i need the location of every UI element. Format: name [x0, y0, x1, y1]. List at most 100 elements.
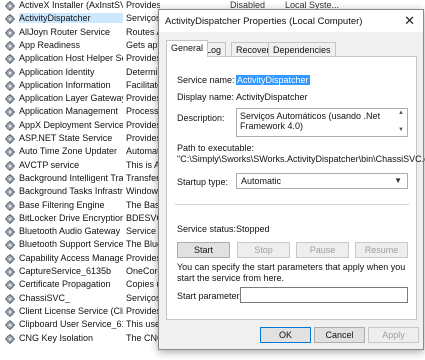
service-name: Capability Access Manager ... [19, 252, 123, 263]
service-description: This is A [126, 159, 160, 170]
service-name: ActivityDispatcher [19, 13, 123, 24]
start-params-label: Start parameters: [177, 291, 247, 301]
gear-icon [5, 306, 15, 317]
gear-icon [5, 160, 15, 171]
chevron-down-icon: ▼ [394, 176, 402, 185]
service-description: Gets app [126, 39, 160, 50]
cancel-button[interactable]: Cancel [314, 327, 365, 343]
gear-icon [5, 40, 15, 51]
service-name: CaptureService_6135b [19, 266, 112, 276]
service-description: Automat [126, 146, 160, 157]
service-name: Application Information [19, 79, 111, 90]
dialog-title: ActivityDispatcher Properties (Local Com… [165, 16, 363, 27]
service-description: Provides [126, 53, 160, 64]
service-name: Bluetooth Audio Gateway S... [19, 226, 123, 237]
stop-button[interactable]: Stop [237, 242, 290, 258]
description-label: Description: [177, 113, 225, 123]
service-description: OneCore [126, 266, 160, 276]
gear-icon [5, 27, 15, 38]
service-description: Routes A [126, 26, 160, 37]
path-value[interactable]: "C:\Simply\Sworks\SWorks.ActivityDispatc… [177, 154, 425, 164]
service-name: Application Layer Gateway ... [19, 93, 123, 104]
service-name-value[interactable]: ActivityDispatcher [236, 75, 310, 85]
service-name-label: Service name: [177, 75, 235, 85]
display-name-label: Display name: [177, 92, 235, 102]
service-description: Provides [126, 252, 160, 263]
gear-icon [5, 267, 15, 277]
path-label: Path to executable: [177, 143, 255, 153]
gear-icon [5, 14, 15, 25]
service-name: Application Host Helper Ser... [19, 53, 123, 64]
start-button[interactable]: Start [177, 242, 230, 258]
service-description: The CNG [126, 332, 160, 343]
service-name: ASP.NET State Service [19, 133, 113, 143]
service-name: Auto Time Zone Updater [19, 146, 118, 157]
service-name: Application Management [19, 106, 119, 117]
gear-icon [5, 1, 15, 11]
gear-icon [5, 173, 15, 184]
scroll-up-icon[interactable]: ▲ [398, 110, 404, 116]
service-name: Clipboard User Service_6135b [19, 319, 123, 330]
gear-icon [5, 120, 15, 131]
service-description: Provides [126, 305, 160, 316]
startup-type-value: Automatic [241, 176, 282, 186]
dialog-titlebar[interactable]: ActivityDispatcher Properties (Local Com… [159, 10, 423, 32]
service-status-label: Service status: [177, 224, 237, 234]
gear-icon [5, 134, 15, 144]
gear-icon [5, 213, 15, 224]
service-name: Background Tasks Infrastru... [19, 186, 123, 197]
service-name: Base Filtering Engine [19, 199, 105, 210]
tab-general[interactable]: General [166, 40, 209, 57]
service-name: BitLocker Drive Encryption ... [19, 212, 123, 223]
service-name: Certificate Propagation [19, 279, 111, 290]
service-description: Provides [126, 119, 160, 130]
service-description: The Blue [126, 239, 160, 250]
service-name: AllJoyn Router Service [19, 26, 111, 37]
service-name: AVCTP service [19, 159, 80, 170]
service-description: Copies u [126, 279, 160, 290]
service-description: Window [126, 186, 159, 197]
close-icon[interactable]: ✕ [404, 13, 415, 29]
description-scrollbar[interactable]: ▲ ▼ [398, 110, 406, 135]
gear-icon [5, 200, 15, 211]
gear-icon [5, 227, 15, 238]
service-name: AppX Deployment Service (... [19, 119, 123, 130]
service-description: Provides [126, 93, 160, 104]
apply-button[interactable]: Apply [368, 327, 419, 343]
resume-button[interactable]: Resume [355, 242, 408, 258]
ok-button[interactable]: OK [260, 327, 311, 343]
gear-icon [5, 320, 15, 331]
tab-dependencies[interactable]: Dependencies [268, 42, 336, 56]
service-name: App Readiness [19, 39, 81, 50]
scroll-down-icon[interactable]: ▼ [398, 127, 404, 133]
gear-icon [5, 240, 15, 251]
properties-dialog: ActivityDispatcher Properties (Local Com… [158, 9, 425, 350]
startup-type-select[interactable]: Automatic ▼ [236, 173, 408, 189]
description-box[interactable]: Serviços Automáticos (usando .Net Framew… [236, 108, 408, 137]
gear-icon [5, 147, 15, 158]
service-description: Serviços [126, 13, 160, 24]
service-description: Service s [126, 226, 160, 237]
gear-icon [5, 107, 15, 118]
pause-button[interactable]: Pause [296, 242, 349, 258]
service-description: Facilitate [126, 79, 160, 90]
gear-icon [5, 54, 15, 65]
service-status-value: Stopped [236, 224, 270, 234]
gear-icon [5, 187, 15, 198]
service-name: Client License Service (ClipS... [19, 305, 123, 316]
service-description: Determine [126, 66, 160, 77]
start-params-info: You can specify the start parameters tha… [177, 262, 406, 283]
start-params-input[interactable] [240, 287, 408, 303]
service-description: Transfer [126, 172, 160, 183]
service-name: ActiveX Installer (AxInstSV) [19, 0, 123, 10]
service-name: Background Intelligent Tran... [19, 172, 123, 183]
service-description: Processe [126, 106, 160, 117]
service-name: CNG Key Isolation [19, 332, 94, 343]
gear-icon [5, 253, 15, 264]
gear-icon [5, 280, 15, 291]
gear-icon [5, 94, 15, 105]
display-name-value[interactable]: ActivityDispatcher [236, 92, 308, 102]
general-tab-panel: Service name: ActivityDispatcher Display… [166, 56, 425, 320]
gear-icon [5, 67, 15, 78]
service-description: BDESVC [126, 212, 160, 223]
